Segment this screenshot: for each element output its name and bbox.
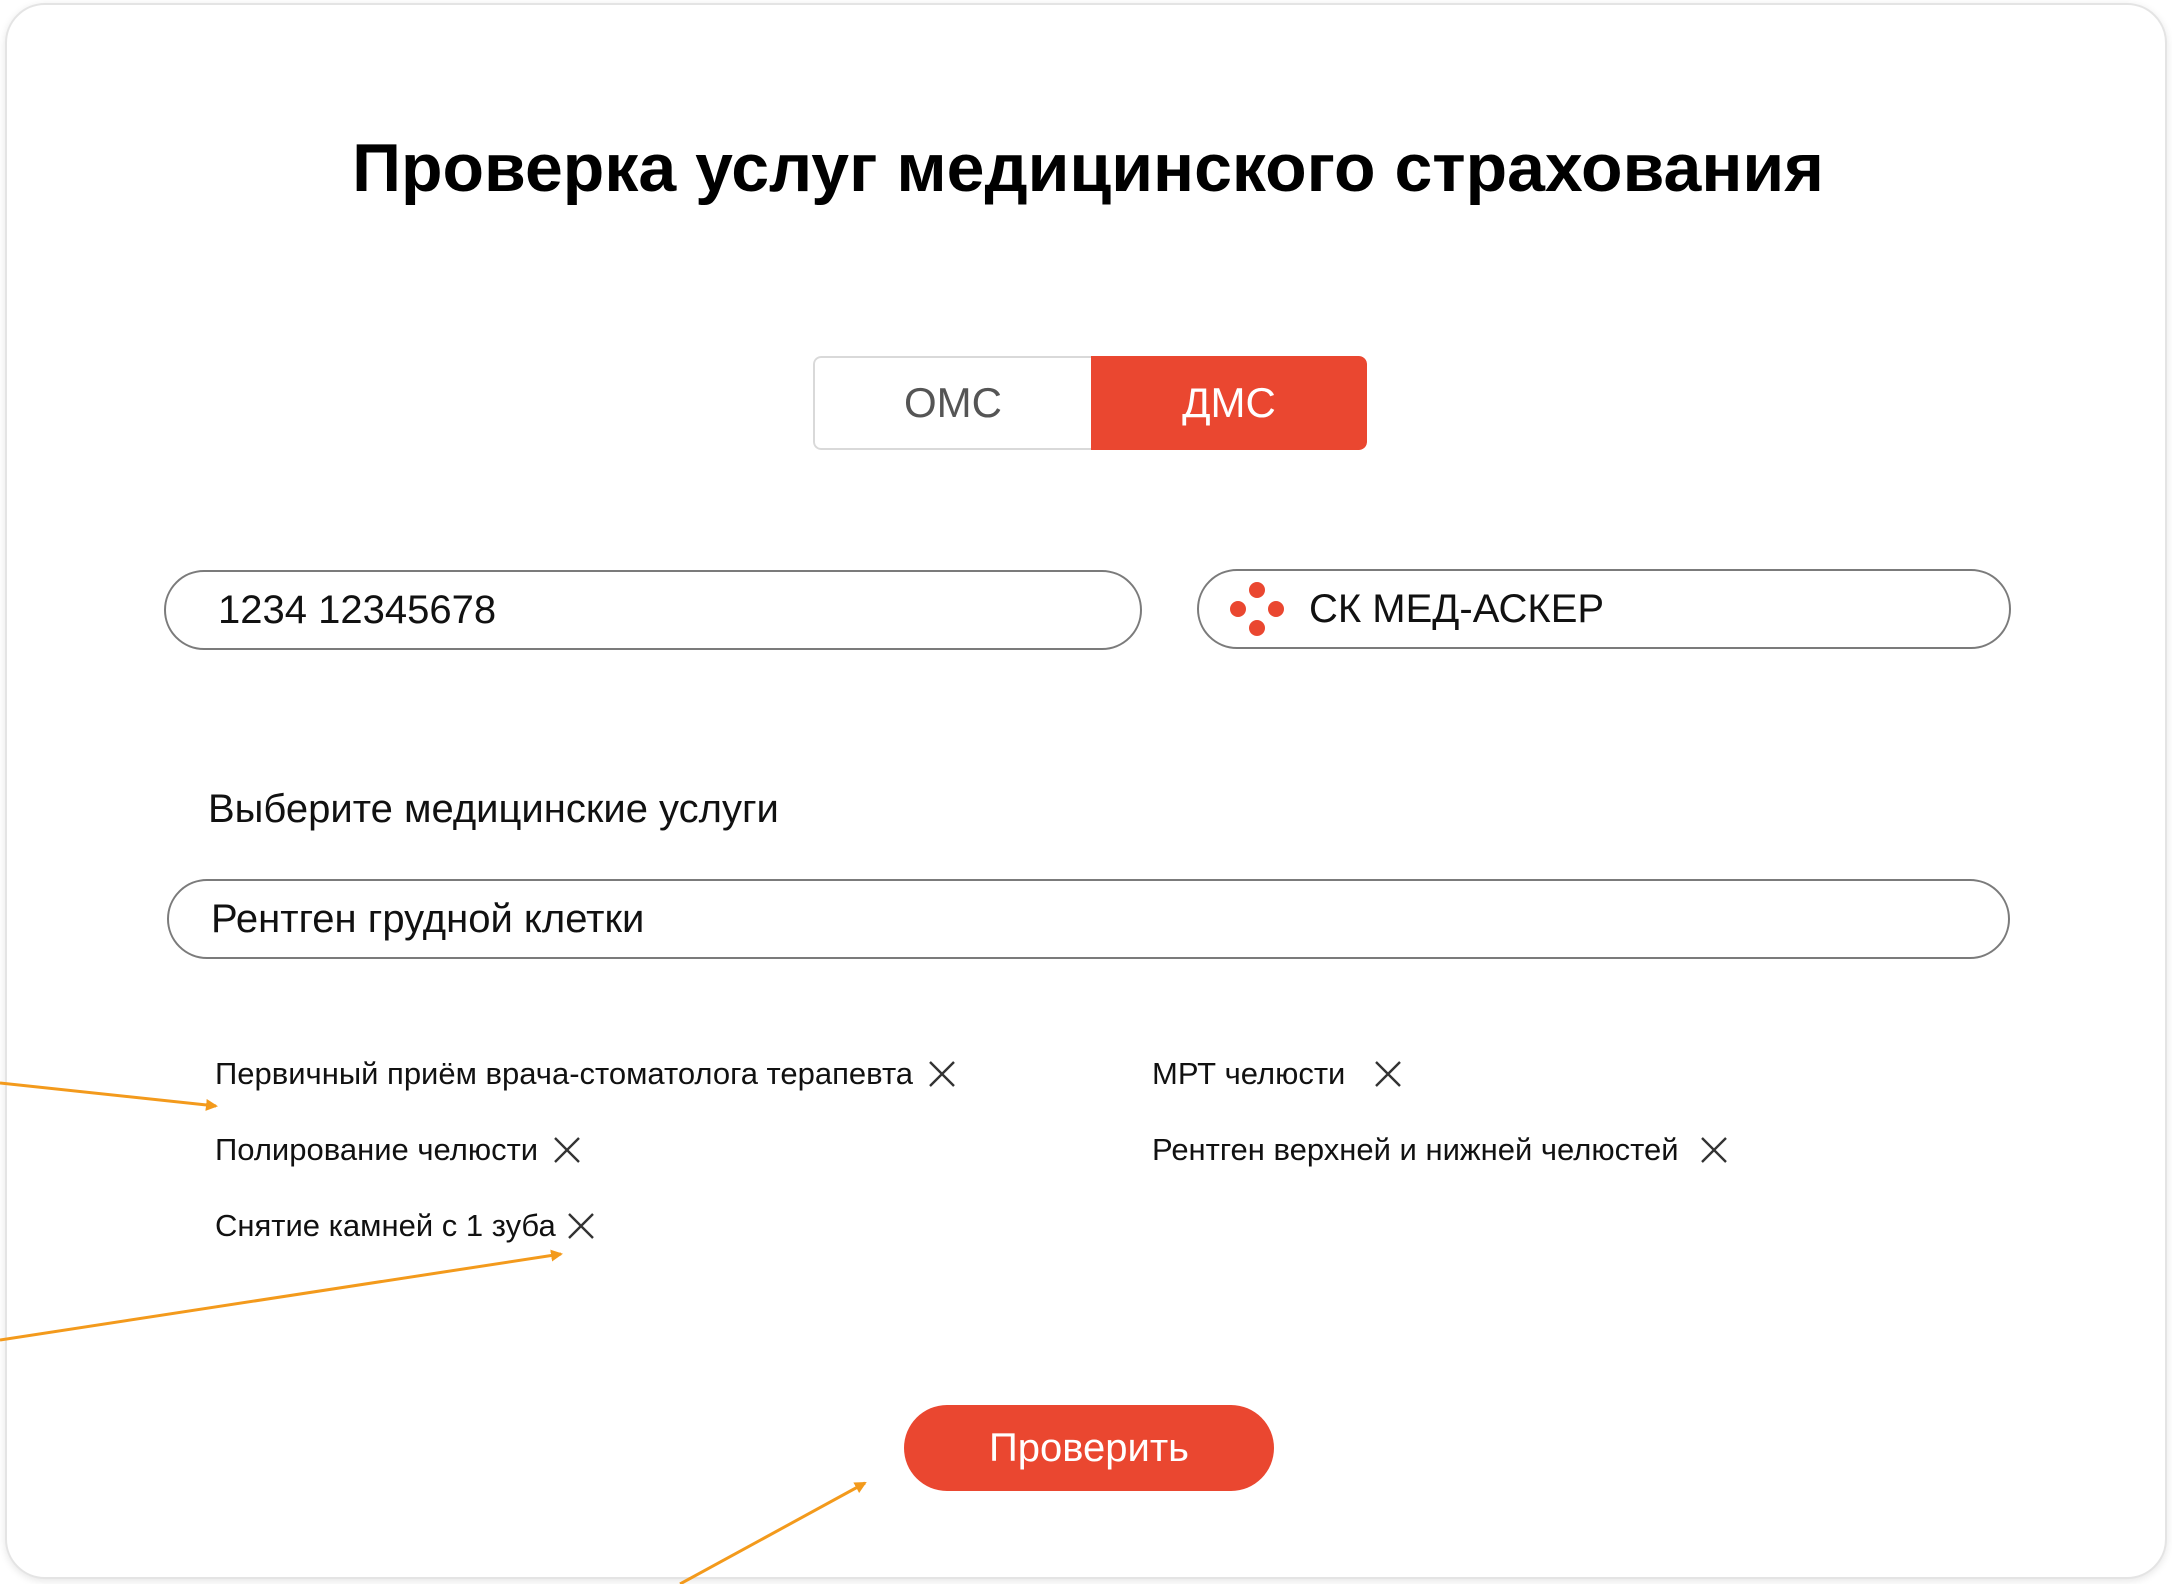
service-tag-label: Полирование челюсти (215, 1132, 539, 1167)
check-button[interactable]: Проверить (904, 1405, 1274, 1491)
close-icon[interactable] (566, 1211, 596, 1241)
close-icon[interactable] (552, 1135, 582, 1165)
service-tag-label: Снятие камней с 1 зуба (215, 1208, 556, 1243)
services-search-input[interactable]: Рентген грудной клетки (167, 879, 2010, 959)
policy-number-input[interactable]: 1234 12345678 (164, 570, 1142, 650)
insurance-check-card: Проверка услуг медицинского страхования … (5, 3, 2167, 1579)
company-value: СК МЕД-АСКЕР (1309, 586, 1605, 631)
dmc-option-selected[interactable]: ДМС (1091, 356, 1367, 450)
selected-service-tag: МРТ челюсти (1152, 1052, 1403, 1096)
page-title: Проверка услуг медицинского страхования (352, 130, 1824, 206)
close-icon[interactable] (1373, 1059, 1403, 1089)
service-tag-label: МРТ челюсти (1152, 1056, 1346, 1091)
service-tag-label: Рентген верхней и нижней челюстей (1152, 1132, 1679, 1167)
close-icon[interactable] (927, 1059, 957, 1089)
close-icon[interactable] (1699, 1135, 1729, 1165)
selected-service-tag: Первичный приём врача-стоматолога терапе… (215, 1052, 957, 1096)
insurance-company-select[interactable]: СК МЕД-АСКЕР (1197, 569, 2011, 649)
selected-service-tag: Рентген верхней и нижней челюстей (1152, 1128, 1729, 1172)
omc-option[interactable]: ОМС (813, 356, 1091, 450)
policy-number-value: 1234 12345678 (218, 587, 497, 632)
service-tag-label: Первичный приём врача-стоматолога терапе… (215, 1056, 914, 1091)
selected-service-tag: Снятие камней с 1 зуба (215, 1204, 596, 1248)
services-label: Выберите медицинские услуги (208, 787, 779, 831)
selected-service-tag: Полирование челюсти (215, 1128, 582, 1172)
insurance-type-toggle: ОМС ДМС (813, 356, 1367, 450)
company-logo-icon (1230, 582, 1284, 636)
services-input-value: Рентген грудной клетки (211, 896, 645, 941)
